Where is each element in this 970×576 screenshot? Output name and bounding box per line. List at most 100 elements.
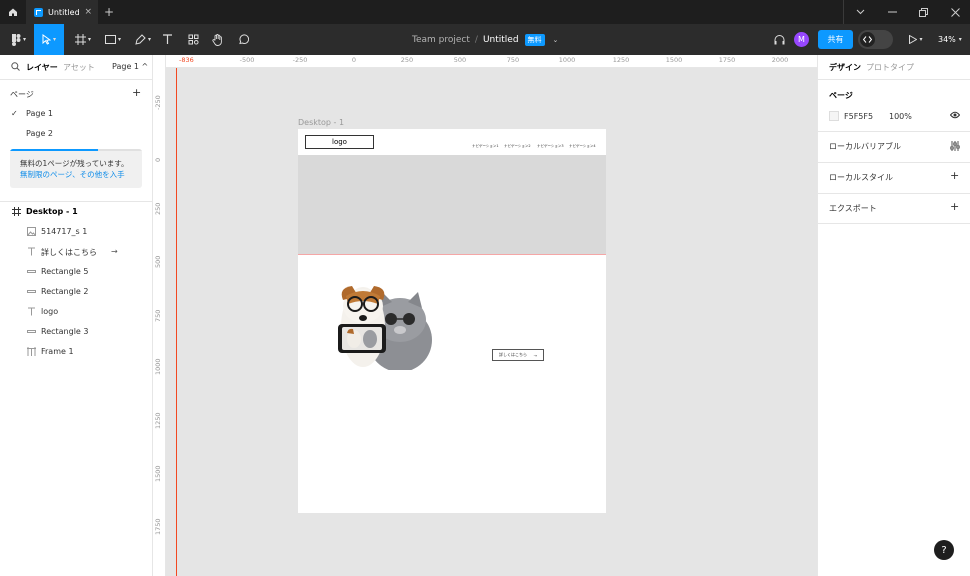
pen-tool-button[interactable]: ▾ bbox=[130, 24, 156, 55]
layer-name: Rectangle 2 bbox=[41, 287, 89, 296]
audio-chat-button[interactable] bbox=[770, 24, 788, 55]
layer-rectangle-3[interactable]: Rectangle 3 bbox=[0, 322, 153, 342]
user-avatar[interactable]: M bbox=[794, 32, 809, 47]
layer-image[interactable]: 514717_s 1 bbox=[0, 222, 153, 242]
ruler-x-label: 1500 bbox=[665, 56, 683, 64]
divider bbox=[818, 162, 970, 163]
dev-mode-toggle[interactable] bbox=[858, 30, 893, 49]
dog-cat-photo-icon bbox=[338, 286, 432, 372]
divider bbox=[0, 79, 153, 80]
tab-prototype[interactable]: プロトタイプ bbox=[866, 62, 914, 73]
layer-name: 詳しくはこちら bbox=[41, 248, 97, 257]
layer-name: logo bbox=[41, 307, 59, 316]
artboard-nav-3[interactable]: ナビゲーション3 bbox=[537, 144, 564, 149]
local-variables-title: ローカルバリアブル bbox=[829, 142, 901, 151]
layer-desktop-1[interactable]: Desktop - 1 bbox=[0, 202, 153, 222]
ruler-x-label: 1250 bbox=[612, 56, 630, 64]
resources-button[interactable] bbox=[184, 24, 202, 55]
restore-icon[interactable] bbox=[908, 0, 938, 24]
layer-frame-1[interactable]: Frame 1 bbox=[0, 342, 153, 362]
team-name[interactable]: Team project bbox=[412, 35, 470, 45]
artboard-nav-4[interactable]: ナビゲーション4 bbox=[569, 144, 596, 149]
tab-design[interactable]: デザイン bbox=[829, 62, 861, 73]
export-title: エクスポート bbox=[829, 204, 877, 213]
variables-settings-icon[interactable] bbox=[950, 141, 960, 151]
artboard-logo[interactable]: logo bbox=[305, 135, 374, 149]
ruler-horizontal[interactable]: -836 -500 -250 0 250 500 750 1000 1250 1500 1750 20… bbox=[153, 55, 817, 68]
frame-columns-icon bbox=[26, 347, 36, 357]
add-page-icon[interactable]: + bbox=[132, 87, 141, 98]
chevron-down-icon: ▾ bbox=[919, 36, 923, 43]
present-button[interactable]: ▾ bbox=[904, 24, 928, 55]
layer-rectangle-2[interactable]: Rectangle 2 bbox=[0, 282, 153, 302]
text-icon bbox=[26, 247, 36, 257]
background-opacity[interactable]: 100% bbox=[889, 112, 912, 121]
title-bar: Untitled × + bbox=[0, 0, 970, 24]
move-tool-button[interactable]: ▾ bbox=[34, 24, 64, 55]
chevron-down-icon: ▾ bbox=[958, 36, 962, 43]
ruler-y-label: -250 bbox=[154, 95, 162, 110]
layer-name: 514717_s 1 bbox=[41, 227, 88, 236]
zoom-level[interactable]: 34% ▾ bbox=[938, 24, 962, 55]
hand-tool-button[interactable] bbox=[208, 24, 226, 55]
tab-layers[interactable]: レイヤー bbox=[26, 62, 58, 73]
artboard-photo-dog-cat[interactable] bbox=[318, 282, 448, 372]
free-pages-notice: 無料の1ページが残っています。 無制限のページ、その他を入手 bbox=[10, 149, 142, 188]
frame-tool-button[interactable]: ▾ bbox=[70, 24, 96, 55]
page-item-2[interactable]: Page 2 bbox=[26, 129, 53, 138]
page-selector[interactable]: Page 1 ^ bbox=[112, 62, 148, 71]
help-button[interactable]: ? bbox=[934, 540, 954, 560]
search-icon[interactable] bbox=[11, 62, 20, 71]
share-button[interactable]: 共有 bbox=[818, 30, 853, 49]
breadcrumb-separator: / bbox=[474, 34, 478, 45]
ruler-x-label: 2000 bbox=[771, 56, 789, 64]
ruler-y-label: 1500 bbox=[154, 465, 162, 482]
tab-assets[interactable]: アセット bbox=[63, 62, 95, 73]
artboard-hero-rectangle[interactable] bbox=[298, 155, 606, 255]
artboard-desktop-1[interactable]: logo ナビゲーション1 ナビゲーション2 ナビゲーション3 ナビゲーション4 bbox=[298, 129, 606, 513]
upgrade-link[interactable]: 無制限のページ、その他を入手 bbox=[20, 169, 125, 180]
main-menu-button[interactable]: ▾ bbox=[6, 24, 32, 55]
artboard-nav-2[interactable]: ナビゲーション2 bbox=[504, 144, 531, 149]
minimize-icon[interactable] bbox=[877, 0, 907, 24]
ruler-x-label: 0 bbox=[351, 56, 357, 64]
background-color-swatch[interactable] bbox=[829, 111, 839, 121]
chevron-down-icon[interactable] bbox=[845, 0, 875, 24]
ruler-y-label: 1750 bbox=[154, 518, 162, 535]
layer-text-details[interactable]: 詳しくはこちら → bbox=[0, 242, 153, 262]
shape-tool-button[interactable]: ▾ bbox=[100, 24, 126, 55]
page-section-title: ページ bbox=[829, 91, 853, 100]
add-export-icon[interactable]: + bbox=[950, 201, 959, 212]
ruler-x-label: -500 bbox=[239, 56, 255, 64]
figma-logo-icon bbox=[11, 33, 21, 46]
text-icon bbox=[26, 307, 36, 317]
frame-label[interactable]: Desktop - 1 bbox=[298, 118, 344, 127]
background-color-hex[interactable]: F5F5F5 bbox=[844, 112, 873, 121]
ruler-y-label: 0 bbox=[154, 157, 162, 162]
ruler-vertical[interactable]: -250 0 250 500 750 1000 1250 1500 1750 bbox=[153, 55, 166, 576]
eye-icon[interactable] bbox=[950, 111, 960, 119]
file-tab[interactable]: Untitled × bbox=[26, 0, 98, 24]
chevron-down-icon[interactable]: ⌄ bbox=[553, 36, 559, 44]
canvas[interactable]: Desktop - 1 logo ナビゲーション1 ナビゲーション2 ナビゲーシ… bbox=[153, 55, 817, 576]
home-button[interactable] bbox=[0, 0, 26, 24]
comment-tool-button[interactable] bbox=[234, 24, 252, 55]
window-close-icon[interactable] bbox=[940, 0, 970, 24]
new-tab-button[interactable]: + bbox=[104, 4, 114, 20]
artboard-details-button[interactable]: 詳しくはこちら → bbox=[492, 349, 544, 361]
layer-logo[interactable]: logo bbox=[0, 302, 153, 322]
home-icon bbox=[9, 8, 17, 16]
layer-rectangle-5[interactable]: Rectangle 5 bbox=[0, 262, 153, 282]
file-name[interactable]: Untitled bbox=[483, 35, 519, 45]
page-item-1[interactable]: Page 1 bbox=[26, 109, 53, 118]
add-style-icon[interactable]: + bbox=[950, 170, 959, 181]
tab-close-icon[interactable]: × bbox=[84, 6, 92, 18]
left-panel-tabs: レイヤー アセット Page 1 ^ bbox=[0, 55, 153, 79]
comment-icon bbox=[238, 34, 249, 45]
ruler-x-label: 500 bbox=[453, 56, 467, 64]
ruler-x-label: 1750 bbox=[718, 56, 736, 64]
artboard-nav-1[interactable]: ナビゲーション1 bbox=[472, 144, 499, 149]
code-icon bbox=[860, 32, 875, 47]
text-tool-button[interactable] bbox=[158, 24, 176, 55]
rectangle-line-icon bbox=[26, 327, 36, 337]
